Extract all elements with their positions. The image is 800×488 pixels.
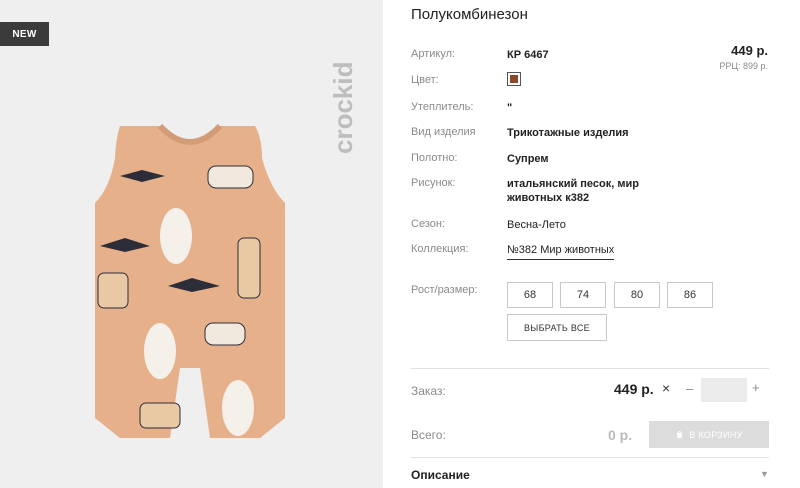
quantity-plus-button[interactable]: + xyxy=(752,380,760,395)
total-value: 0 р. xyxy=(608,427,633,443)
fabric-label: Полотно: xyxy=(411,152,458,164)
product-title: Полукомбинезон xyxy=(411,6,528,23)
description-toggle[interactable]: Описание xyxy=(411,468,470,482)
insulation-label: Утеплитель: xyxy=(411,101,474,113)
color-swatch[interactable] xyxy=(507,72,521,86)
product-info: Полукомбинезон 449 р. РРЦ: 899 р. Артику… xyxy=(411,0,771,488)
new-badge: NEW xyxy=(0,22,49,46)
total-label: Всего: xyxy=(411,428,446,442)
divider xyxy=(411,457,769,458)
size-label: Рост/размер: xyxy=(411,284,478,296)
order-label: Заказ: xyxy=(411,384,446,398)
cart-icon xyxy=(677,430,683,439)
price-block: 449 р. РРЦ: 899 р. xyxy=(719,43,768,71)
romper-image xyxy=(95,123,285,438)
article-label: Артикул: xyxy=(411,48,456,60)
collection-value-wrap: №382 Мир животных xyxy=(507,243,657,260)
fabric-value: Супрем xyxy=(507,153,549,165)
insulation-value: " xyxy=(507,102,513,114)
quantity-minus-button[interactable]: – xyxy=(686,381,693,396)
product-photo[interactable]: NEW crockid xyxy=(0,0,383,488)
print-value: итальянский песок, мир животных к382 xyxy=(507,178,639,204)
select-all-button[interactable]: ВЫБРАТЬ ВСЕ xyxy=(507,314,607,341)
order-price: 449 р. xyxy=(614,381,654,397)
remove-icon[interactable]: × xyxy=(662,380,670,396)
price: 449 р. xyxy=(731,43,768,58)
season-value: Весна-Лето xyxy=(507,219,566,231)
print-label: Рисунок: xyxy=(411,177,456,189)
size-option-86[interactable]: 86 xyxy=(667,282,713,308)
add-to-cart-label: В КОРЗИНУ xyxy=(689,429,743,440)
collection-label: Коллекция: xyxy=(411,243,469,255)
svg-text:crockid: crockid xyxy=(330,62,358,155)
size-option-80[interactable]: 80 xyxy=(614,282,660,308)
type-label: Вид изделия xyxy=(411,126,476,138)
color-label: Цвет: xyxy=(411,74,439,86)
type-value: Трикотажные изделия xyxy=(507,127,629,139)
size-option-68[interactable]: 68 xyxy=(507,282,553,308)
article-value: КР 6467 xyxy=(507,49,549,61)
quantity-input[interactable] xyxy=(701,378,747,402)
size-option-74[interactable]: 74 xyxy=(560,282,606,308)
season-label: Сезон: xyxy=(411,218,445,230)
rrp-price: РРЦ: 899 р. xyxy=(719,61,768,71)
add-to-cart-button[interactable]: В КОРЗИНУ xyxy=(649,421,769,448)
chevron-down-icon[interactable]: ▼ xyxy=(760,469,769,479)
divider xyxy=(411,368,769,369)
brand-logo: crockid xyxy=(330,62,358,155)
collection-link[interactable]: №382 Мир животных xyxy=(507,244,615,260)
